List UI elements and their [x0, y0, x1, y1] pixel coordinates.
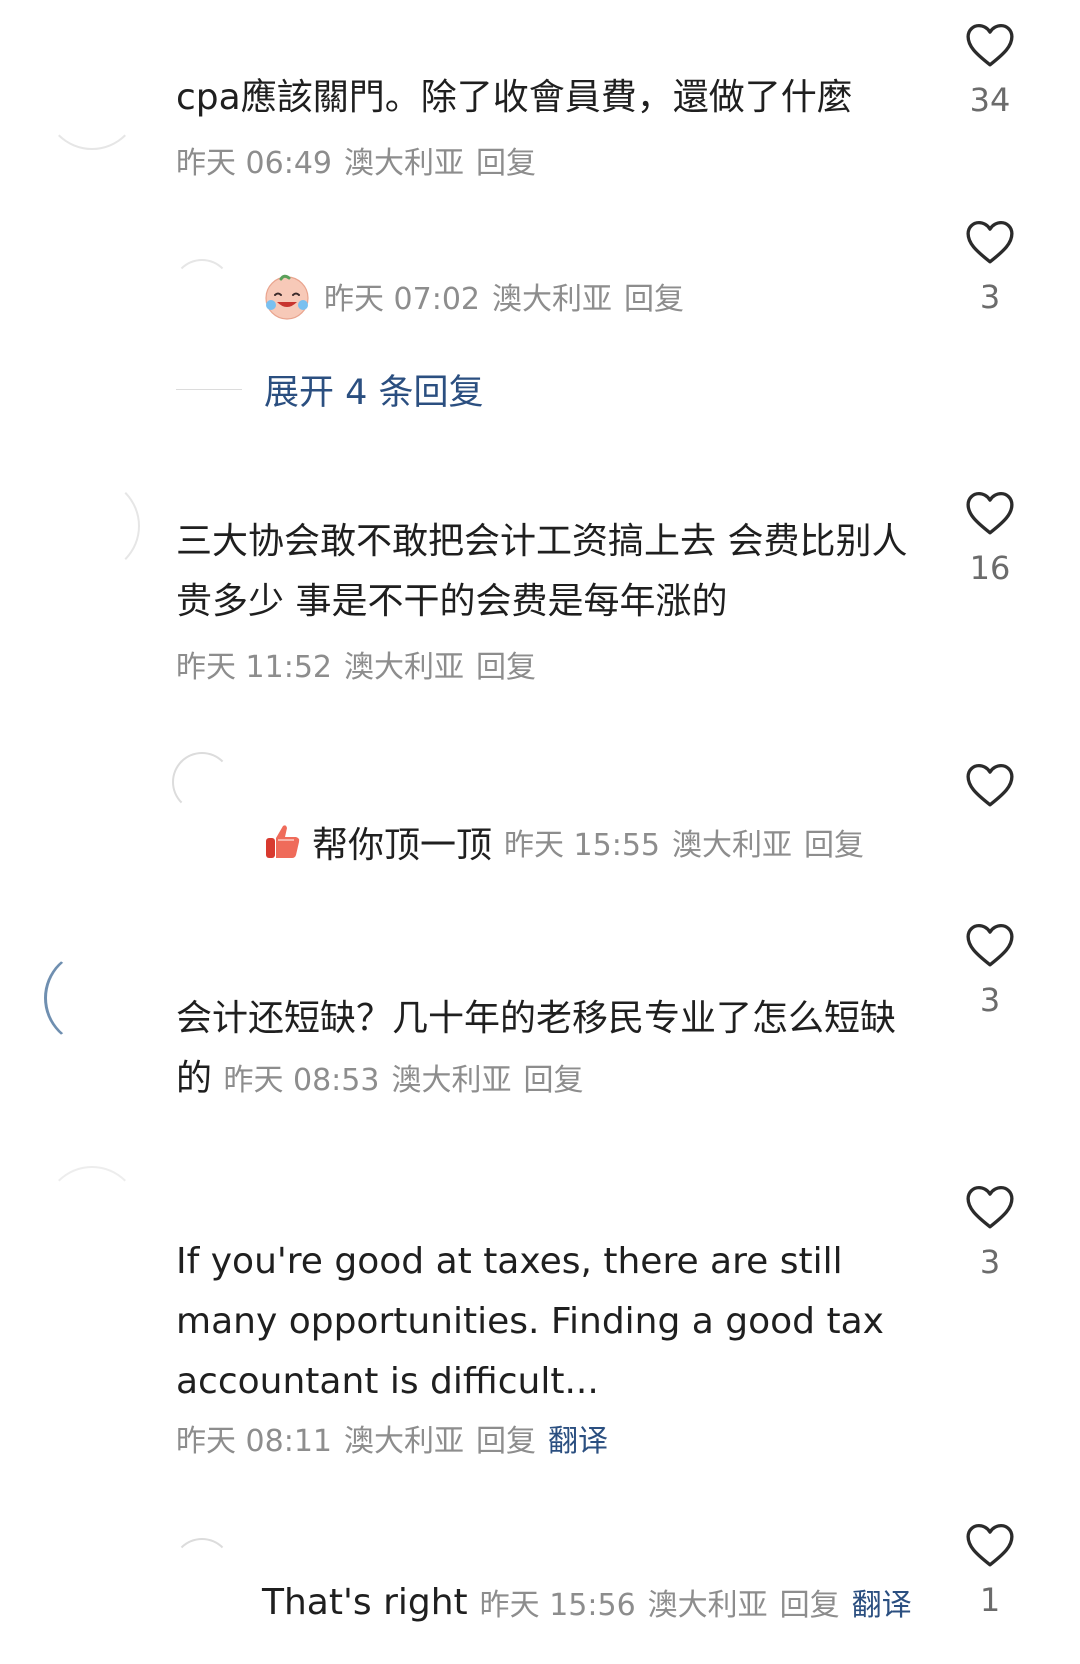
- comment-text: 三大协会敢不敢把会计工资搞上去 会费比别人贵多少 事是不干的会费是每年涨的: [176, 521, 908, 622]
- comment-meta: 昨天 08:11 澳大利亚 回复 翻译: [176, 1422, 620, 1462]
- avatar[interactable]: [172, 1538, 232, 1598]
- like-control[interactable]: 34: [944, 22, 1036, 120]
- comment-meta: 昨天 11:52 澳大利亚 回复: [176, 648, 548, 688]
- avatar[interactable]: [44, 950, 140, 1046]
- comment-location: 澳大利亚: [344, 146, 464, 181]
- avatar[interactable]: [172, 259, 232, 319]
- like-control[interactable]: [944, 762, 1036, 820]
- thumbs-up-emoji: [266, 825, 300, 858]
- divider: [176, 388, 242, 390]
- reply-time: 昨天 15:55: [504, 828, 661, 863]
- reply-button[interactable]: 回复: [523, 1063, 583, 1098]
- translate-button[interactable]: 翻译: [548, 1424, 608, 1459]
- like-count: 34: [969, 81, 1011, 119]
- like-control[interactable]: 1: [944, 1522, 1036, 1620]
- expand-replies-label[interactable]: 展开 4 条回复: [264, 364, 484, 415]
- comment-time: 昨天 08:53: [223, 1063, 380, 1098]
- reply-meta: 昨天 07:02 澳大利亚 回复: [324, 274, 684, 318]
- comment-location: 澳大利亚: [344, 650, 464, 685]
- comment-time: 昨天 08:11: [176, 1424, 332, 1459]
- comment-location: 澳大利亚: [344, 1424, 464, 1459]
- heart-outline-icon[interactable]: [965, 1184, 1015, 1230]
- heart-outline-icon[interactable]: [965, 1522, 1015, 1568]
- like-control[interactable]: 16: [944, 490, 1036, 588]
- comment-text: cpa應該關門。除了收會員費，還做了什麼: [176, 77, 853, 118]
- like-control[interactable]: 3: [944, 1184, 1036, 1282]
- comment-time: 昨天 11:52: [176, 650, 332, 685]
- comment-text: 会计还短缺？几十年的老移民专业了怎么短缺的 昨天 08:53 澳大利亚 回复: [176, 989, 928, 1111]
- avatar[interactable]: [44, 1166, 140, 1262]
- heart-outline-icon[interactable]: [965, 490, 1015, 536]
- reply-location: 澳大利亚: [492, 282, 612, 317]
- like-control[interactable]: 3: [944, 219, 1036, 317]
- reply-time: 昨天 15:56: [479, 1588, 636, 1623]
- reply-button[interactable]: 回复: [780, 1588, 840, 1623]
- translate-button[interactable]: 翻译: [852, 1588, 912, 1623]
- comment-meta: 昨天 08:53 澳大利亚 回复: [223, 1063, 583, 1098]
- reply-location: 澳大利亚: [672, 828, 793, 863]
- comment-4: If you're good at taxes, there are still…: [0, 1166, 1080, 1462]
- reply-text: That's right: [262, 1581, 468, 1623]
- reply-button[interactable]: 回复: [624, 282, 684, 317]
- comment-time: 昨天 06:49: [176, 146, 332, 181]
- reply-content: 昨天 07:02 澳大利亚 回复: [262, 271, 684, 321]
- reply-meta: 昨天 15:55 澳大利亚 回复: [504, 820, 864, 864]
- comment-2: 三大协会敢不敢把会计工资搞上去 会费比别人贵多少 事是不干的会费是每年涨的 昨天…: [0, 470, 1080, 710]
- avatar[interactable]: [44, 54, 140, 150]
- avatar[interactable]: [172, 752, 232, 812]
- avatar[interactable]: [44, 478, 140, 574]
- heart-outline-icon[interactable]: [965, 762, 1015, 808]
- reply-time: 昨天 07:02: [324, 282, 480, 317]
- reply-button[interactable]: 回复: [476, 146, 536, 181]
- comment-1: cpa應該關門。除了收會員費，還做了什麼 昨天 06:49 澳大利亚 回复 34: [0, 0, 1080, 190]
- expand-replies[interactable]: 展开 4 条回复: [176, 364, 484, 414]
- like-count: 16: [969, 549, 1011, 587]
- reply-text: 帮你顶一顶: [312, 825, 493, 866]
- comment-location: 澳大利亚: [391, 1063, 512, 1098]
- like-count: 3: [979, 981, 1001, 1019]
- reply-meta: 昨天 15:56 澳大利亚 回复 翻译: [480, 1580, 912, 1624]
- reply-2: 帮你顶一顶 昨天 15:55 澳大利亚 回复: [0, 740, 1080, 880]
- like-count: 1: [979, 1581, 1001, 1619]
- reply-1: 昨天 07:02 澳大利亚 回复 3: [0, 215, 1080, 355]
- heart-outline-icon[interactable]: [965, 922, 1015, 968]
- reply-location: 澳大利亚: [647, 1588, 768, 1623]
- heart-outline-icon[interactable]: [965, 22, 1015, 68]
- comment-3: 会计还短缺？几十年的老移民专业了怎么短缺的 昨天 08:53 澳大利亚 回复 3: [0, 922, 1080, 1125]
- reply-content: That's right 昨天 15:56 澳大利亚 回复 翻译: [262, 1580, 912, 1624]
- heart-outline-icon[interactable]: [965, 219, 1015, 265]
- reply-content: 帮你顶一顶 昨天 15:55 澳大利亚 回复: [262, 816, 864, 868]
- comment-text: If you're good at taxes, there are still…: [176, 1241, 884, 1402]
- comment-meta: 昨天 06:49 澳大利亚 回复: [176, 144, 548, 184]
- like-count: 3: [979, 278, 1001, 316]
- reply-button[interactable]: 回复: [476, 650, 536, 685]
- like-control[interactable]: 3: [944, 922, 1036, 1020]
- reply-button[interactable]: 回复: [476, 1424, 536, 1459]
- like-count: 3: [979, 1243, 1001, 1281]
- reply-button[interactable]: 回复: [804, 828, 864, 863]
- reply-3: That's right 昨天 15:56 澳大利亚 回复 翻译 1: [0, 1500, 1080, 1650]
- crying-laughing-emoji: [265, 274, 309, 320]
